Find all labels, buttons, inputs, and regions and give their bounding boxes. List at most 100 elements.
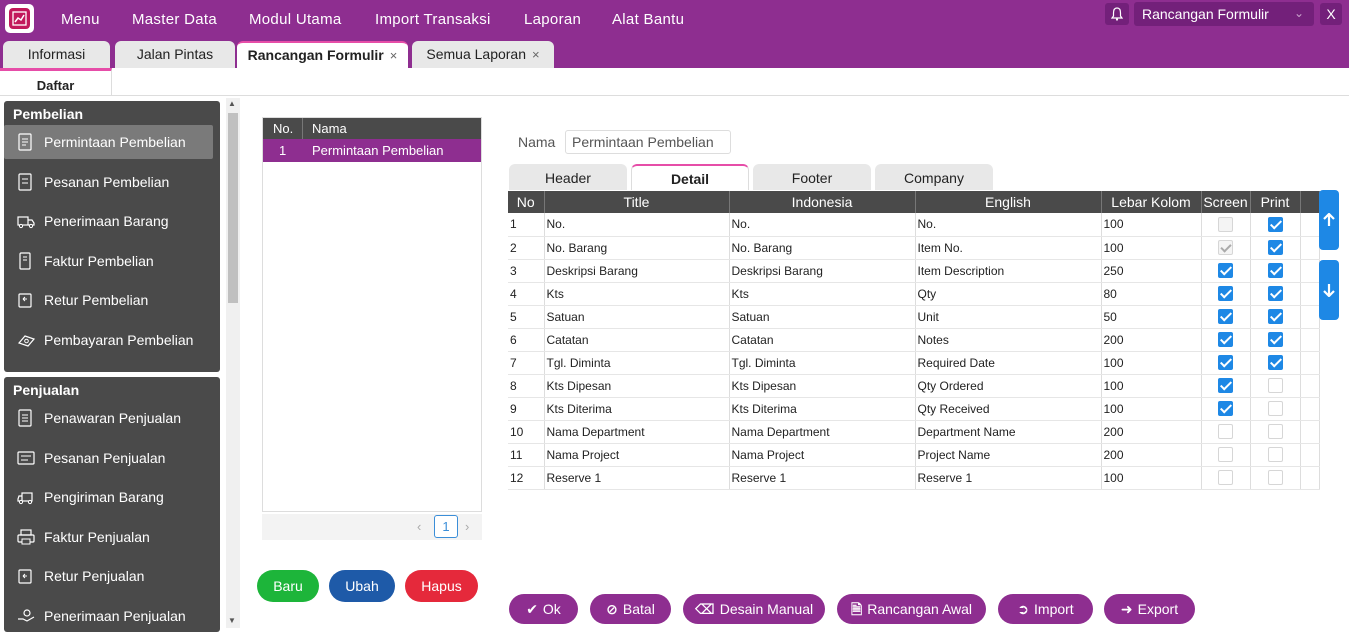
ubah-button[interactable]: Ubah: [329, 570, 395, 602]
ok-button[interactable]: ✔ Ok: [509, 594, 578, 624]
screen-checkbox[interactable]: [1218, 309, 1233, 325]
menu-master-data[interactable]: Master Data: [132, 11, 217, 28]
row-indonesia[interactable]: Satuan: [729, 305, 916, 329]
row-title[interactable]: No.: [544, 213, 730, 237]
move-up-button[interactable]: [1319, 190, 1339, 250]
table-row[interactable]: 3 Deskripsi Barang Deskripsi Barang Item De…: [508, 259, 1320, 283]
sidebar-item-penerimaan-barang[interactable]: Penerimaan Barang: [4, 204, 213, 238]
row-english[interactable]: Qty Received: [915, 397, 1102, 421]
row-english[interactable]: Qty Ordered: [915, 374, 1102, 398]
row-english[interactable]: Required Date: [915, 351, 1102, 375]
row-indonesia[interactable]: Kts Dipesan: [729, 374, 916, 398]
screen-checkbox[interactable]: [1218, 378, 1233, 394]
menu-laporan[interactable]: Laporan: [524, 11, 581, 28]
table-row[interactable]: 6 Catatan Catatan Notes 200: [508, 328, 1320, 352]
print-checkbox[interactable]: [1267, 470, 1283, 486]
column-header-indonesia[interactable]: Indonesia: [729, 191, 916, 213]
scroll-up-icon[interactable]: ▲: [228, 99, 236, 108]
row-indonesia[interactable]: Tgl. Diminta: [729, 351, 916, 375]
row-lebar-kolom[interactable]: 100: [1101, 466, 1202, 490]
hapus-button[interactable]: Hapus: [405, 570, 478, 602]
row-title[interactable]: No. Barang: [544, 236, 730, 260]
table-row[interactable]: 2 No. Barang No. Barang Item No. 100: [508, 236, 1320, 260]
screen-checkbox[interactable]: [1218, 355, 1233, 371]
row-lebar-kolom[interactable]: 100: [1101, 236, 1202, 260]
column-header-title[interactable]: Title: [544, 191, 730, 213]
row-indonesia[interactable]: Kts Diterima: [729, 397, 916, 421]
screen-checkbox[interactable]: [1218, 332, 1233, 348]
row-english[interactable]: Item Description: [915, 259, 1102, 283]
form-selector[interactable]: Rancangan Formulir ⌄: [1134, 2, 1314, 26]
tab-footer[interactable]: Footer: [753, 164, 871, 190]
row-lebar-kolom[interactable]: 100: [1101, 213, 1202, 237]
row-lebar-kolom[interactable]: 200: [1101, 328, 1202, 352]
row-lebar-kolom[interactable]: 100: [1101, 397, 1202, 421]
table-row[interactable]: 1 Permintaan Pembelian: [263, 139, 481, 162]
row-indonesia[interactable]: Catatan: [729, 328, 916, 352]
chevron-left-icon[interactable]: ‹: [417, 519, 421, 534]
row-indonesia[interactable]: Nama Department: [729, 420, 916, 444]
column-header-english[interactable]: English: [915, 191, 1102, 213]
column-header-print[interactable]: Print: [1250, 191, 1301, 213]
nama-field[interactable]: Permintaan Pembelian: [565, 130, 731, 154]
row-lebar-kolom[interactable]: 200: [1101, 420, 1202, 444]
print-checkbox[interactable]: [1267, 332, 1283, 348]
sidebar-item-retur-pembelian[interactable]: Retur Pembelian: [4, 283, 213, 317]
export-button[interactable]: ➜ Export: [1104, 594, 1195, 624]
row-lebar-kolom[interactable]: 50: [1101, 305, 1202, 329]
screen-checkbox[interactable]: [1218, 447, 1233, 463]
app-logo[interactable]: [5, 4, 34, 33]
tab-informasi[interactable]: Informasi: [3, 41, 110, 68]
screen-checkbox[interactable]: [1218, 401, 1233, 417]
row-indonesia[interactable]: Nama Project: [729, 443, 916, 467]
close-tab-icon[interactable]: ×: [390, 48, 398, 63]
screen-checkbox[interactable]: [1218, 470, 1233, 486]
row-title[interactable]: Catatan: [544, 328, 730, 352]
row-english[interactable]: Unit: [915, 305, 1102, 329]
bell-icon[interactable]: [1105, 3, 1129, 25]
table-row[interactable]: 12 Reserve 1 Reserve 1 Reserve 1 100: [508, 466, 1320, 490]
column-header-nama[interactable]: Nama: [312, 121, 347, 136]
close-tab-icon[interactable]: ×: [532, 47, 540, 62]
menu-modul-utama[interactable]: Modul Utama: [249, 11, 342, 28]
column-header-no[interactable]: No.: [273, 121, 293, 136]
screen-checkbox[interactable]: [1218, 424, 1233, 440]
row-indonesia[interactable]: Reserve 1: [729, 466, 916, 490]
print-checkbox[interactable]: [1267, 309, 1283, 325]
sidebar-item-retur-penjualan[interactable]: Retur Penjualan: [4, 559, 213, 593]
tab-rancangan-formulir[interactable]: Rancangan Formulir ×: [237, 41, 408, 68]
row-title[interactable]: Nama Department: [544, 420, 730, 444]
table-row[interactable]: 9 Kts Diterima Kts Diterima Qty Received 100: [508, 397, 1320, 421]
sidebar-scrollbar[interactable]: ▲ ▼: [226, 98, 240, 628]
tab-detail[interactable]: Detail: [631, 164, 749, 190]
tab-company[interactable]: Company: [875, 164, 993, 190]
row-title[interactable]: Kts: [544, 282, 730, 306]
row-title[interactable]: Tgl. Diminta: [544, 351, 730, 375]
column-header-screen[interactable]: Screen: [1201, 191, 1251, 213]
baru-button[interactable]: Baru: [257, 570, 319, 602]
row-indonesia[interactable]: Kts: [729, 282, 916, 306]
sidebar-item-faktur-penjualan[interactable]: Faktur Penjualan: [4, 520, 213, 554]
column-header-no[interactable]: No: [508, 191, 545, 213]
table-row[interactable]: 4 Kts Kts Qty 80: [508, 282, 1320, 306]
menu-import-transaksi[interactable]: Import Transaksi: [375, 11, 491, 28]
screen-checkbox[interactable]: [1218, 286, 1233, 302]
row-title[interactable]: Satuan: [544, 305, 730, 329]
tab-semua-laporan[interactable]: Semua Laporan ×: [412, 41, 554, 68]
row-indonesia[interactable]: No.: [729, 213, 916, 237]
table-row[interactable]: 7 Tgl. Diminta Tgl. Diminta Required Date 10…: [508, 351, 1320, 375]
row-lebar-kolom[interactable]: 100: [1101, 374, 1202, 398]
sidebar-item-pesanan-penjualan[interactable]: Pesanan Penjualan: [4, 441, 213, 475]
menu-menu[interactable]: Menu: [61, 11, 100, 28]
row-indonesia[interactable]: No. Barang: [729, 236, 916, 260]
row-english[interactable]: No.: [915, 213, 1102, 237]
row-english[interactable]: Item No.: [915, 236, 1102, 260]
print-checkbox[interactable]: [1267, 424, 1283, 440]
row-english[interactable]: Notes: [915, 328, 1102, 352]
row-lebar-kolom[interactable]: 100: [1101, 351, 1202, 375]
print-checkbox[interactable]: [1267, 378, 1283, 394]
row-lebar-kolom[interactable]: 80: [1101, 282, 1202, 306]
print-checkbox[interactable]: [1267, 355, 1283, 371]
row-title[interactable]: Nama Project: [544, 443, 730, 467]
chevron-right-icon[interactable]: ›: [465, 519, 469, 534]
